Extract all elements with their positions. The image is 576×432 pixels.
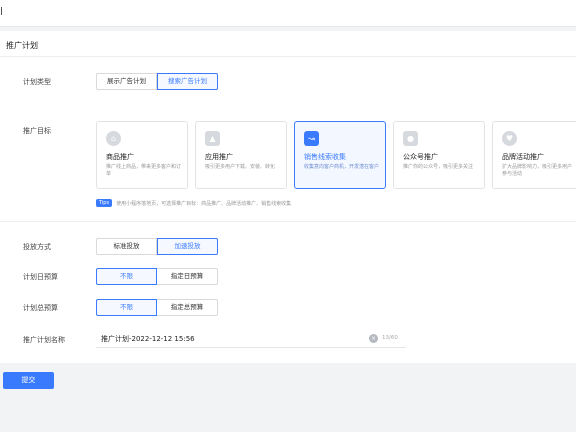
goal-card-desc: 收集意向客户商机，开发潜在客户 xyxy=(304,164,380,170)
plan-name-label: 推广计划名称 xyxy=(23,336,65,344)
section-divider xyxy=(0,221,576,222)
total-budget-label: 计划总预算 xyxy=(23,304,58,312)
goal-card-title: 销售线索收集 xyxy=(304,153,346,161)
delivery-label: 投放方式 xyxy=(23,243,51,251)
plan-type-option-search[interactable]: 搜索广告计划 xyxy=(157,73,218,90)
delivery-option-accelerated[interactable]: 加速投放 xyxy=(157,238,218,255)
delivery-selector: 标准投放 加速投放 xyxy=(96,238,218,255)
goal-card-title: 公众号推广 xyxy=(403,153,438,161)
tips-tag: Tips xyxy=(96,199,113,207)
bag-icon: ⌂ xyxy=(106,131,121,146)
goal-card-title: 商品推广 xyxy=(106,153,134,161)
total-budget-option-specified[interactable]: 指定总预算 xyxy=(157,299,218,316)
app-icon: ▲ xyxy=(205,131,220,146)
goal-card-desc: 推广你的公众号，吸引更多关注 xyxy=(403,164,474,170)
person-icon: ● xyxy=(403,131,418,146)
goal-card-title: 应用推广 xyxy=(205,153,233,161)
cursor-mark xyxy=(1,7,2,15)
top-bar xyxy=(0,0,576,27)
goal-label: 推广目标 xyxy=(23,127,51,135)
title-divider xyxy=(0,56,576,57)
daily-budget-option-unlimited[interactable]: 不限 xyxy=(96,268,157,285)
char-count: 13/60 xyxy=(382,335,398,341)
total-budget-option-unlimited[interactable]: 不限 xyxy=(96,299,157,316)
goal-card-desc: 扩大品牌影响力，吸引更多用户参与活动 xyxy=(502,164,573,177)
goal-card-brand-campaign[interactable]: ♥ 品牌活动推广 扩大品牌影响力，吸引更多用户参与活动 xyxy=(492,121,576,189)
submit-button[interactable]: 提交 xyxy=(3,372,54,389)
daily-budget-selector: 不限 指定日预算 xyxy=(96,268,218,285)
goal-card-product[interactable]: ⌂ 商品推广 推广线上商品，带来更多客户和订单 xyxy=(96,121,188,189)
goal-card-official-account[interactable]: ● 公众号推广 推广你的公众号，吸引更多关注 xyxy=(393,121,485,189)
goal-card-app[interactable]: ▲ 应用推广 吸引更多用户下载、安装、转化 xyxy=(195,121,287,189)
plan-type-selector: 展示广告计划 搜索广告计划 xyxy=(96,73,218,90)
heart-icon: ♥ xyxy=(502,131,517,146)
daily-budget-option-specified[interactable]: 指定日预算 xyxy=(157,268,218,285)
link-icon: ↝ xyxy=(304,131,319,146)
page-title: 推广计划 xyxy=(6,41,38,50)
clear-icon[interactable]: × xyxy=(369,334,378,343)
plan-form-panel: 推广计划 xyxy=(0,31,576,363)
plan-type-label: 计划类型 xyxy=(23,78,51,86)
daily-budget-label: 计划日预算 xyxy=(23,273,58,281)
goal-tips: Tips 使用小程序落地页，可选择推广目标：商品推广、品牌活动推广、销售线索收集 xyxy=(96,199,291,207)
plan-name-value: 推广计划-2022-12-12 15:56 xyxy=(101,335,195,343)
plan-name-input[interactable]: 推广计划-2022-12-12 15:56 × 13/60 xyxy=(96,331,406,348)
goal-card-desc: 推广线上商品，带来更多客户和订单 xyxy=(106,164,182,177)
goal-card-leads[interactable]: ↝ 销售线索收集 收集意向客户商机，开发潜在客户 xyxy=(294,121,386,189)
total-budget-selector: 不限 指定总预算 xyxy=(96,299,218,316)
delivery-option-standard[interactable]: 标准投放 xyxy=(96,238,157,255)
plan-type-option-display[interactable]: 展示广告计划 xyxy=(96,73,157,90)
tips-text: 使用小程序落地页，可选择推广目标：商品推广、品牌活动推广、销售线索收集 xyxy=(116,200,292,207)
goal-card-title: 品牌活动推广 xyxy=(502,153,544,161)
goal-card-desc: 吸引更多用户下载、安装、转化 xyxy=(205,164,276,170)
